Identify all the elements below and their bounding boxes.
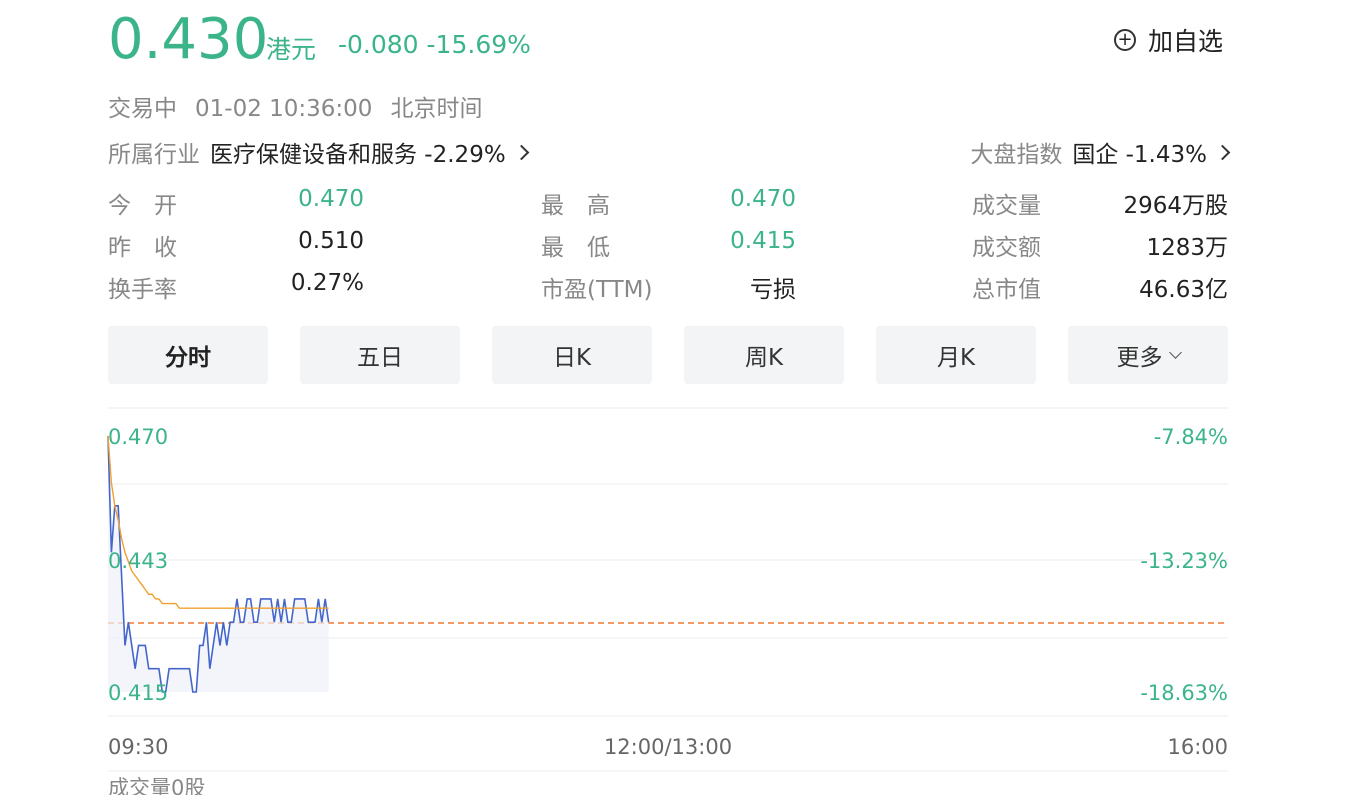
intraday-chart: 0.470 0.443 0.415 -7.84% -13.23% -18.63% 09:30…: [107, 407, 1228, 795]
average-line: [107, 435, 329, 609]
volume-label: 成交量0股: [108, 776, 205, 795]
x-tick-label: 09:30: [108, 735, 169, 759]
y-tick-label-right: -7.84%: [1154, 425, 1228, 449]
x-tick-label: 12:00/13:00: [604, 735, 732, 759]
y-tick-label-right: -13.23%: [1140, 549, 1228, 573]
y-tick-label-left: 0.470: [108, 425, 168, 449]
y-tick-label-left: 0.443: [108, 549, 168, 573]
y-tick-label-left: 0.415: [108, 681, 168, 705]
x-tick-label: 16:00: [1167, 735, 1228, 759]
y-tick-label-right: -18.63%: [1140, 681, 1228, 705]
